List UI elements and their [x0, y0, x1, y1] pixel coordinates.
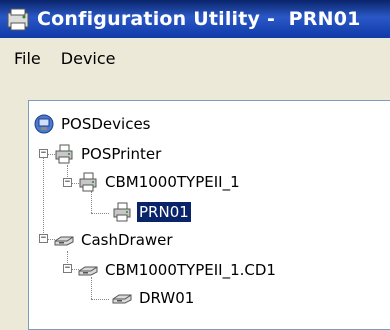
tree-line [43, 149, 44, 239]
device-tree[interactable]: − − − − POSDevices POSPrinter CBM1000TYP… [28, 100, 390, 330]
tree-node-label: POSDevices [61, 115, 151, 133]
tree-node-label: CashDrawer [81, 231, 173, 249]
tree-node-drw01[interactable]: DRW01 [111, 287, 196, 309]
tree-node-label: POSPrinter [81, 145, 162, 163]
printer-icon [113, 202, 131, 222]
tree-node-prn01[interactable]: PRN01 [111, 201, 192, 223]
tree-node-cashdrawer[interactable]: CashDrawer [53, 229, 175, 251]
printer-icon [79, 172, 97, 192]
menu-device[interactable]: Device [51, 49, 126, 68]
tree-node-label: DRW01 [139, 289, 195, 307]
menu-file[interactable]: File [0, 49, 51, 68]
window-title: Configuration Utility - PRN01 [37, 8, 361, 30]
tree-node-posprinter[interactable]: POSPrinter [53, 143, 163, 165]
expander-cash-drawer[interactable]: − [39, 234, 48, 243]
tree-node-drawer-device[interactable]: CBM1000TYPEII_1.CD1 [77, 259, 278, 281]
tree-node-label: CBM1000TYPEII_1 [105, 173, 240, 191]
tree-node-label: CBM1000TYPEII_1.CD1 [105, 261, 276, 279]
cash-drawer-icon [54, 236, 74, 246]
title-bar: Configuration Utility - PRN01 [0, 0, 390, 38]
cash-drawer-icon [78, 266, 98, 276]
expander-printer-device[interactable]: − [63, 178, 72, 187]
cash-drawer-icon [112, 294, 132, 304]
expander-pos-printer[interactable]: − [39, 149, 48, 158]
tree-node-posdevices[interactable]: POSDevices [33, 113, 153, 135]
tree-node-printer-device[interactable]: CBM1000TYPEII_1 [77, 171, 242, 193]
expander-drawer-device[interactable]: − [63, 264, 72, 273]
computer-icon [34, 114, 54, 134]
tree-line [91, 191, 92, 213]
tree-node-label-selected: PRN01 [136, 201, 192, 223]
menu-bar: File Device [0, 38, 390, 78]
tree-line [91, 299, 109, 300]
app-window-icon [7, 8, 29, 31]
printer-icon [55, 144, 73, 164]
tree-line [91, 213, 109, 214]
